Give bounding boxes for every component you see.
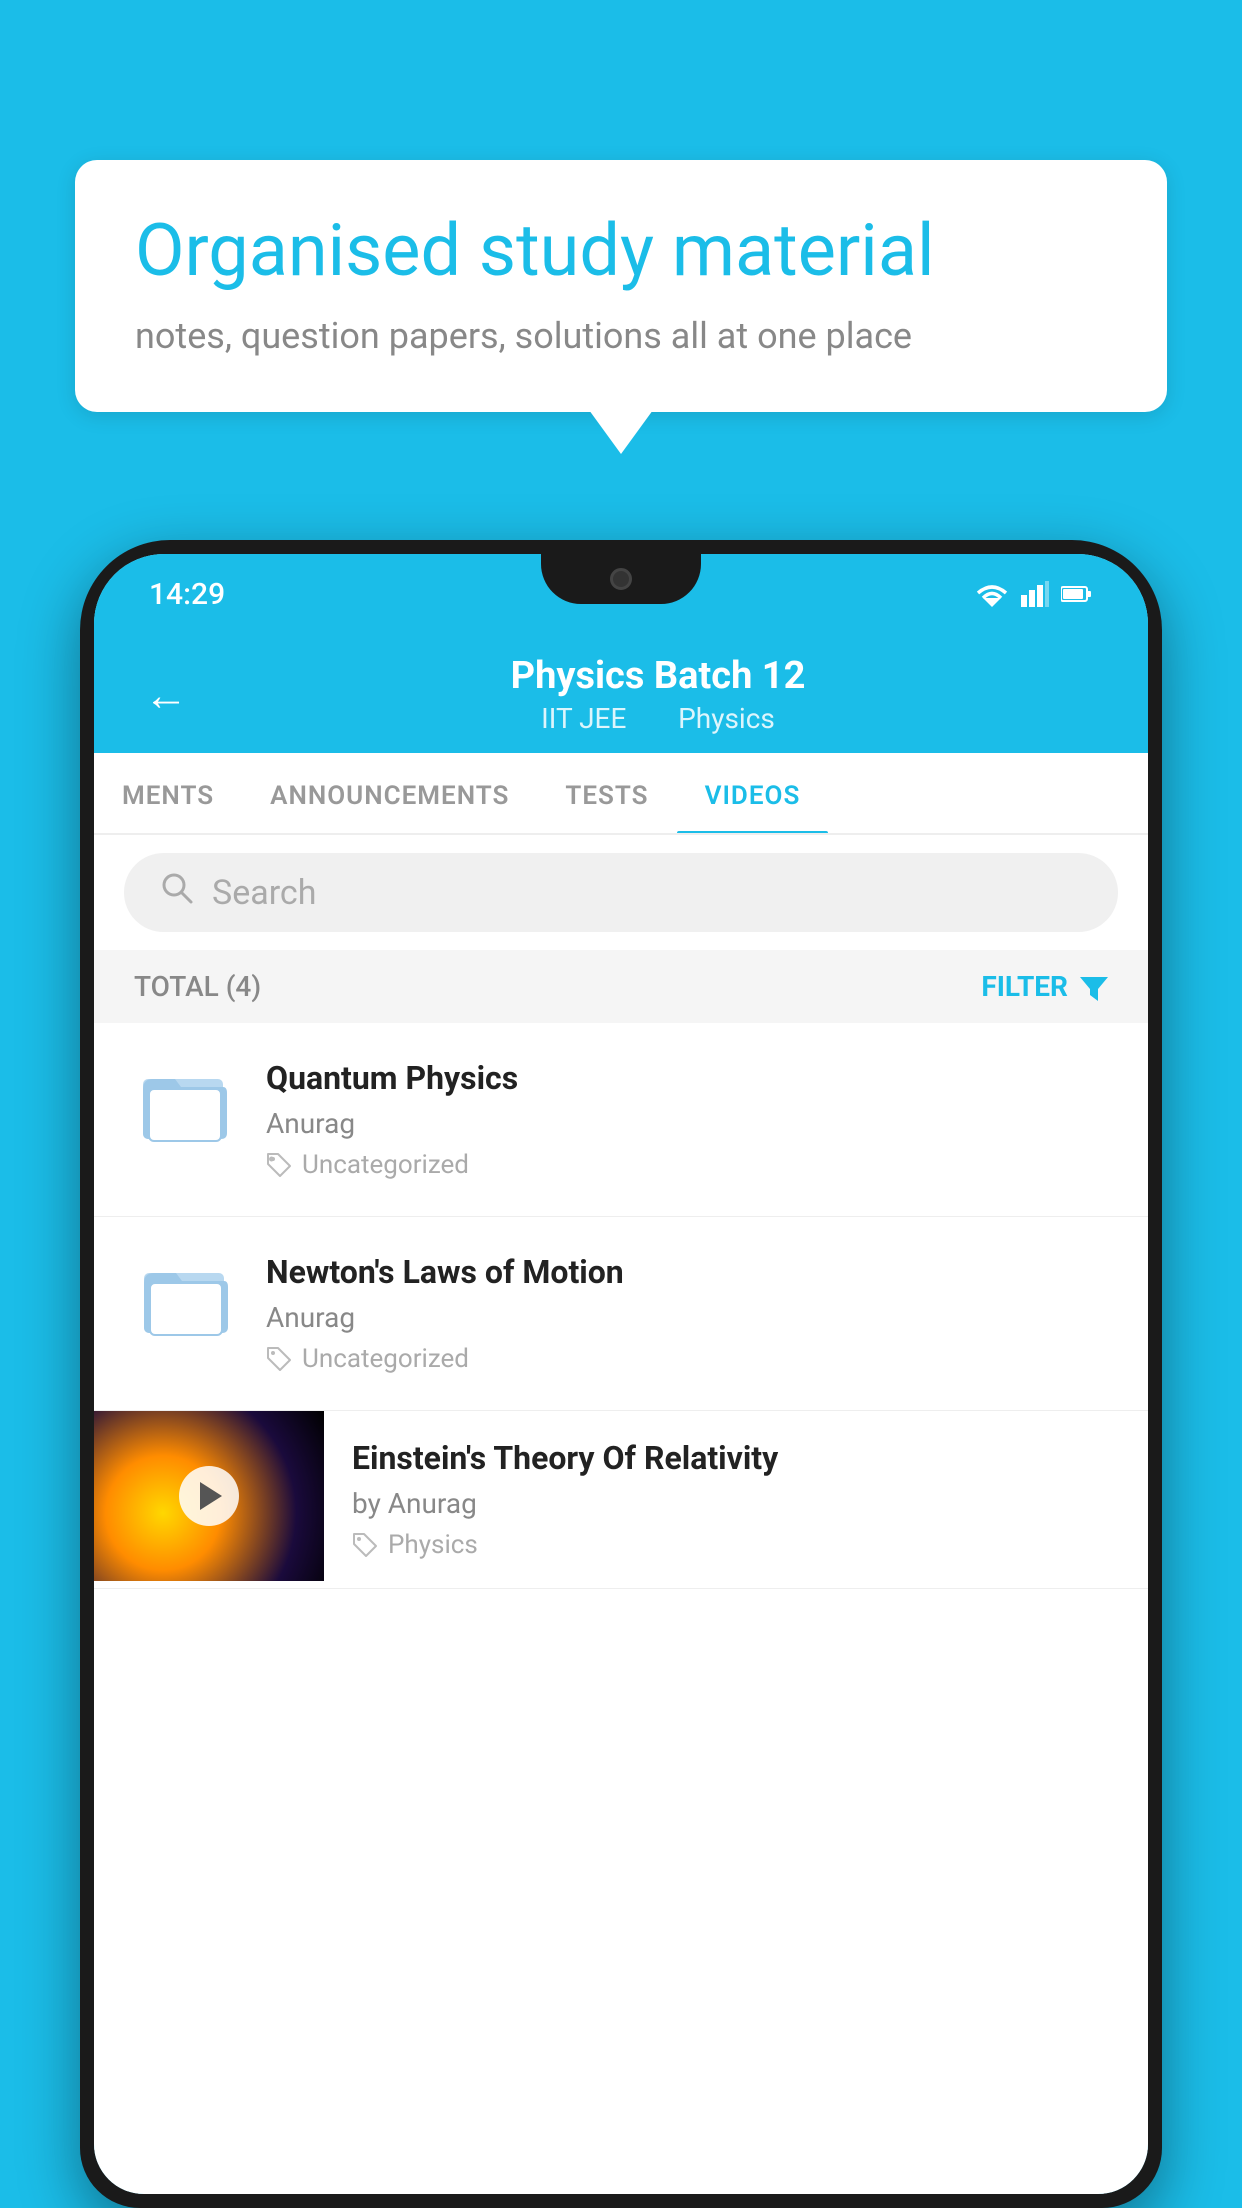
- folder-icon-1: [139, 1059, 229, 1149]
- tab-announcements[interactable]: ANNOUNCEMENTS: [242, 753, 537, 833]
- video-tag-1: Uncategorized: [266, 1150, 1108, 1180]
- video-tag-text-2: Uncategorized: [302, 1344, 469, 1374]
- video-tag-2: Uncategorized: [266, 1344, 1108, 1374]
- video-author-1: Anurag: [266, 1107, 1108, 1140]
- search-icon: [160, 871, 194, 914]
- video-thumbnail-3: [94, 1411, 324, 1581]
- video-tag-text-3: Physics: [388, 1530, 478, 1560]
- tab-tests[interactable]: TESTS: [537, 753, 676, 833]
- tag-icon-1: [266, 1152, 292, 1178]
- search-bar[interactable]: Search: [124, 853, 1118, 932]
- subtitle-part1: IIT JEE: [541, 702, 626, 735]
- subtitle-part2: Physics: [678, 702, 775, 735]
- video-thumb-1: [134, 1059, 234, 1149]
- tab-videos[interactable]: VIDEOS: [677, 753, 829, 833]
- wifi-icon: [975, 581, 1009, 607]
- play-triangle-icon: [200, 1482, 222, 1510]
- video-author-3: by Anurag: [352, 1487, 1118, 1520]
- folder-icon-2: [140, 1253, 228, 1337]
- video-title-3: Einstein's Theory Of Relativity: [352, 1439, 1118, 1477]
- camera-notch: [610, 568, 632, 590]
- video-item-2[interactable]: Newton's Laws of Motion Anurag Uncategor…: [94, 1217, 1148, 1411]
- filter-icon: [1080, 973, 1108, 1001]
- bubble-subtext: notes, question papers, solutions all at…: [135, 315, 1107, 357]
- battery-icon: [1061, 585, 1093, 603]
- phone-frame: 14:29: [80, 540, 1162, 2208]
- white-screen: MENTS ANNOUNCEMENTS TESTS VIDEOS: [94, 753, 1148, 2194]
- play-button-3[interactable]: [179, 1466, 239, 1526]
- total-count: TOTAL (4): [134, 970, 261, 1003]
- filter-label: FILTER: [981, 970, 1068, 1003]
- phone-inner: 14:29: [94, 554, 1148, 2194]
- video-thumb-2: [134, 1253, 234, 1337]
- tab-ments[interactable]: MENTS: [94, 753, 242, 833]
- video-author-2: Anurag: [266, 1301, 1108, 1334]
- header-subtitle: IIT JEE Physics: [529, 702, 787, 735]
- video-info-3: Einstein's Theory Of Relativity by Anura…: [324, 1411, 1148, 1588]
- signal-icon: [1021, 581, 1049, 607]
- video-title-1: Quantum Physics: [266, 1059, 1108, 1097]
- status-time: 14:29: [149, 577, 225, 612]
- speech-bubble: Organised study material notes, question…: [75, 160, 1167, 412]
- status-icons: [975, 581, 1093, 607]
- video-title-2: Newton's Laws of Motion: [266, 1253, 1108, 1291]
- back-button[interactable]: ←: [144, 669, 188, 721]
- search-placeholder: Search: [212, 873, 316, 913]
- video-info-2: Newton's Laws of Motion Anurag Uncategor…: [266, 1253, 1108, 1374]
- tabs-bar: MENTS ANNOUNCEMENTS TESTS VIDEOS: [94, 753, 1148, 835]
- phone-screen: 14:29: [94, 554, 1148, 2194]
- video-tag-text-1: Uncategorized: [302, 1150, 469, 1180]
- notch: [541, 554, 701, 604]
- filter-row: TOTAL (4) FILTER: [94, 950, 1148, 1023]
- search-container: Search: [94, 835, 1148, 950]
- video-tag-3: Physics: [352, 1530, 1118, 1560]
- tag-icon-3: [352, 1532, 378, 1558]
- video-item-3[interactable]: Einstein's Theory Of Relativity by Anura…: [94, 1411, 1148, 1589]
- filter-button[interactable]: FILTER: [981, 970, 1108, 1003]
- status-bar: 14:29: [94, 554, 1148, 634]
- header-title-group: Physics Batch 12 IIT JEE Physics: [218, 654, 1098, 735]
- video-info-1: Quantum Physics Anurag Uncategorized: [266, 1059, 1108, 1180]
- app-header: ← Physics Batch 12 IIT JEE Physics: [94, 634, 1148, 753]
- video-list: Quantum Physics Anurag Uncategorized: [94, 1023, 1148, 1589]
- video-item-1[interactable]: Quantum Physics Anurag Uncategorized: [94, 1023, 1148, 1217]
- header-title: Physics Batch 12: [511, 654, 806, 698]
- tag-icon-2: [266, 1346, 292, 1372]
- bubble-headline: Organised study material: [135, 210, 1107, 293]
